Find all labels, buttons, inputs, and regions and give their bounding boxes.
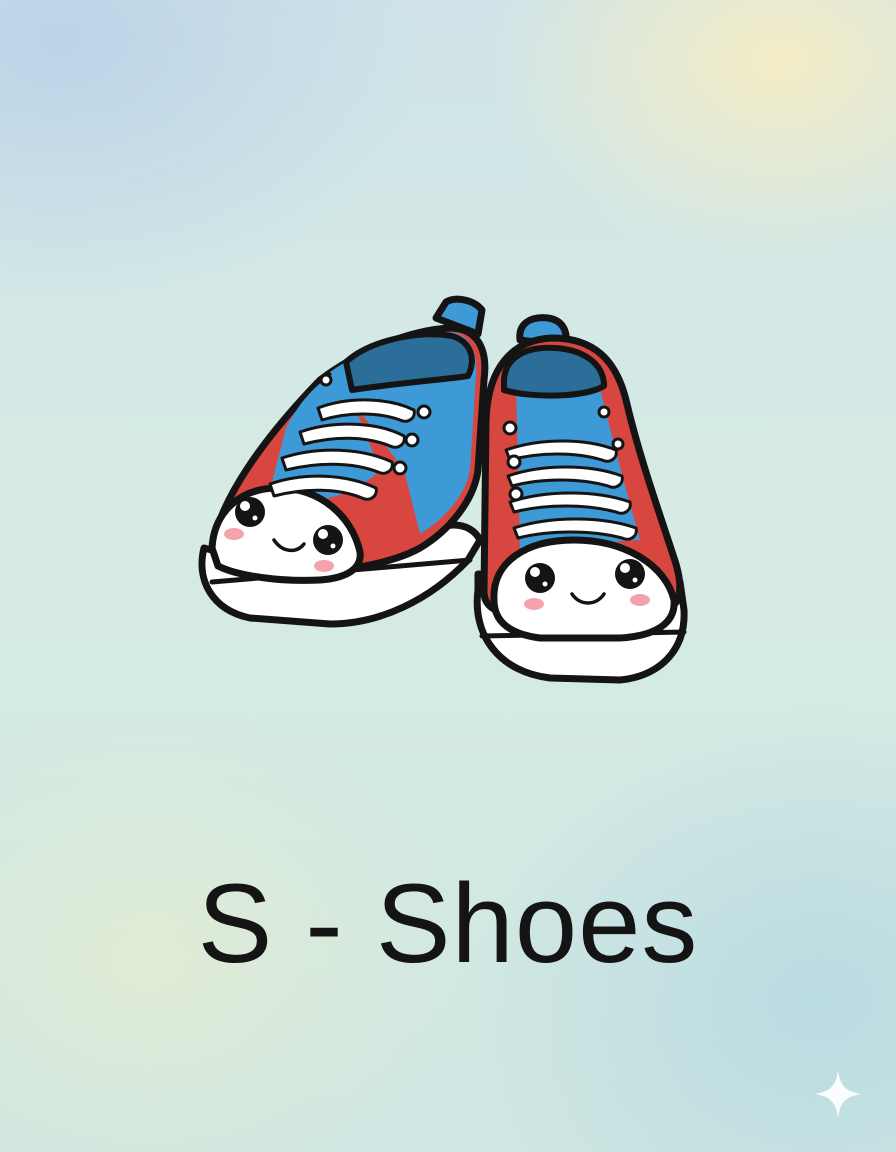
- cartoon-sneakers-icon: [198, 295, 688, 684]
- caption-letter: S: [197, 861, 274, 986]
- right-shoe: [473, 314, 688, 684]
- caption-word: Shoes: [375, 861, 699, 986]
- flashcard: S - Shoes: [0, 0, 896, 1152]
- caption-separator: -: [305, 861, 344, 986]
- left-shoe: [198, 295, 489, 628]
- sparkle-icon: [814, 1070, 862, 1118]
- caption: S - Shoes: [0, 868, 896, 980]
